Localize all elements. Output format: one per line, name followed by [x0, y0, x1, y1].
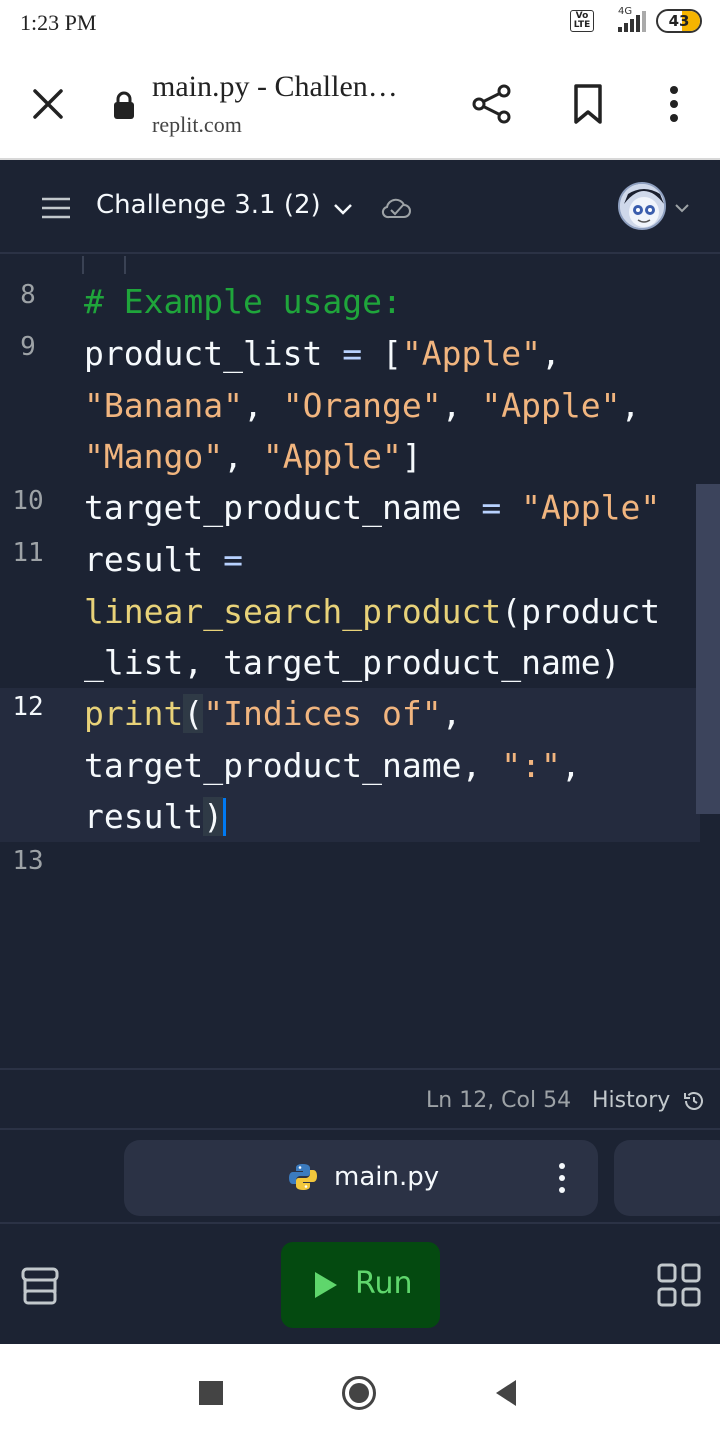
code-text[interactable]: # Example usage: [84, 276, 402, 328]
page-title[interactable]: main.py - Challen… [152, 70, 398, 104]
bottom-toolbar: Run [0, 1226, 720, 1344]
python-icon [289, 1164, 317, 1190]
status-bar: 1:23 PM Vo LTE 4G 43 [0, 0, 720, 48]
history-icon [684, 1091, 704, 1110]
history-label: History [592, 1088, 671, 1113]
code-text[interactable]: print("Indices of", target_product_name,… [84, 688, 581, 843]
tab-label: main.py [334, 1162, 440, 1192]
code-text[interactable]: target_product_name = "Apple" [84, 482, 660, 534]
code-text[interactable]: product_list = ["Apple", "Banana", "Oran… [84, 328, 640, 483]
text-cursor [223, 798, 227, 836]
grid-icon[interactable] [656, 1262, 702, 1308]
battery-icon: 43 [656, 9, 702, 33]
file-tabs: main.py [0, 1130, 720, 1224]
code-line-8[interactable]: 8 # Example usage: [0, 276, 700, 328]
back-icon[interactable] [494, 1378, 518, 1408]
bookmark-icon[interactable] [570, 82, 606, 126]
line-number: 8 [20, 280, 36, 310]
code-line-10[interactable]: 10 target_product_name = "Apple" [0, 482, 700, 534]
run-label: Run [355, 1266, 413, 1301]
line-number: 10 [12, 486, 44, 516]
close-icon[interactable] [28, 84, 68, 124]
cursor-position[interactable]: Ln 12, Col 54 [426, 1088, 571, 1113]
code-editor[interactable]: 8 # Example usage: 9 product_list = ["Ap… [0, 256, 720, 1068]
indent-guide [82, 256, 84, 274]
page-url[interactable]: replit.com [152, 112, 242, 138]
signal-icon: 4G [604, 6, 646, 34]
browser-bar: main.py - Challen… replit.com [0, 48, 720, 160]
chevron-down-icon[interactable] [330, 196, 356, 222]
indent-guide [124, 256, 126, 274]
code-line-11[interactable]: 11 result = linear_search_product(produc… [0, 534, 700, 688]
replit-header: Challenge 3.1 (2) [0, 162, 720, 254]
code-line-13[interactable]: 13 [0, 842, 700, 894]
cloud-check-icon[interactable] [380, 192, 412, 224]
lock-icon [114, 91, 134, 119]
battery-level: 43 [668, 12, 690, 30]
status-icons: Vo LTE 4G 43 [570, 6, 702, 34]
line-number: 9 [20, 332, 36, 362]
history-button[interactable]: History [592, 1088, 706, 1113]
layout-icon[interactable] [20, 1266, 60, 1306]
network-type: 4G [618, 6, 633, 17]
code-text[interactable]: result = linear_search_product(product _… [84, 534, 660, 689]
menu-icon[interactable] [40, 194, 72, 222]
tab-next[interactable] [614, 1140, 720, 1216]
line-number: 11 [12, 538, 44, 568]
code-line-9[interactable]: 9 product_list = ["Apple", "Banana", "Or… [0, 328, 700, 482]
editor-status-bar: Ln 12, Col 54 History [0, 1068, 720, 1130]
run-button[interactable]: Run [281, 1242, 440, 1328]
status-time: 1:23 PM [20, 10, 97, 35]
share-icon[interactable] [470, 82, 514, 126]
more-vert-icon[interactable] [554, 1160, 570, 1196]
play-icon [315, 1272, 337, 1298]
android-nav-bar [0, 1344, 720, 1440]
code-line-12[interactable]: 12 print("Indices of", target_product_na… [0, 688, 700, 842]
project-name[interactable]: Challenge 3.1 (2) [96, 190, 321, 220]
avatar-image [620, 184, 664, 228]
recents-icon[interactable] [199, 1381, 223, 1405]
volte-icon: Vo LTE [570, 10, 594, 32]
avatar[interactable] [618, 182, 666, 230]
editor-scrollbar[interactable] [696, 484, 720, 814]
more-vert-icon[interactable] [660, 82, 688, 126]
home-icon[interactable] [341, 1375, 377, 1411]
chevron-down-icon[interactable] [672, 198, 692, 218]
line-number: 13 [12, 846, 44, 876]
line-number: 12 [12, 692, 44, 722]
tab-main-py[interactable]: main.py [124, 1140, 598, 1216]
